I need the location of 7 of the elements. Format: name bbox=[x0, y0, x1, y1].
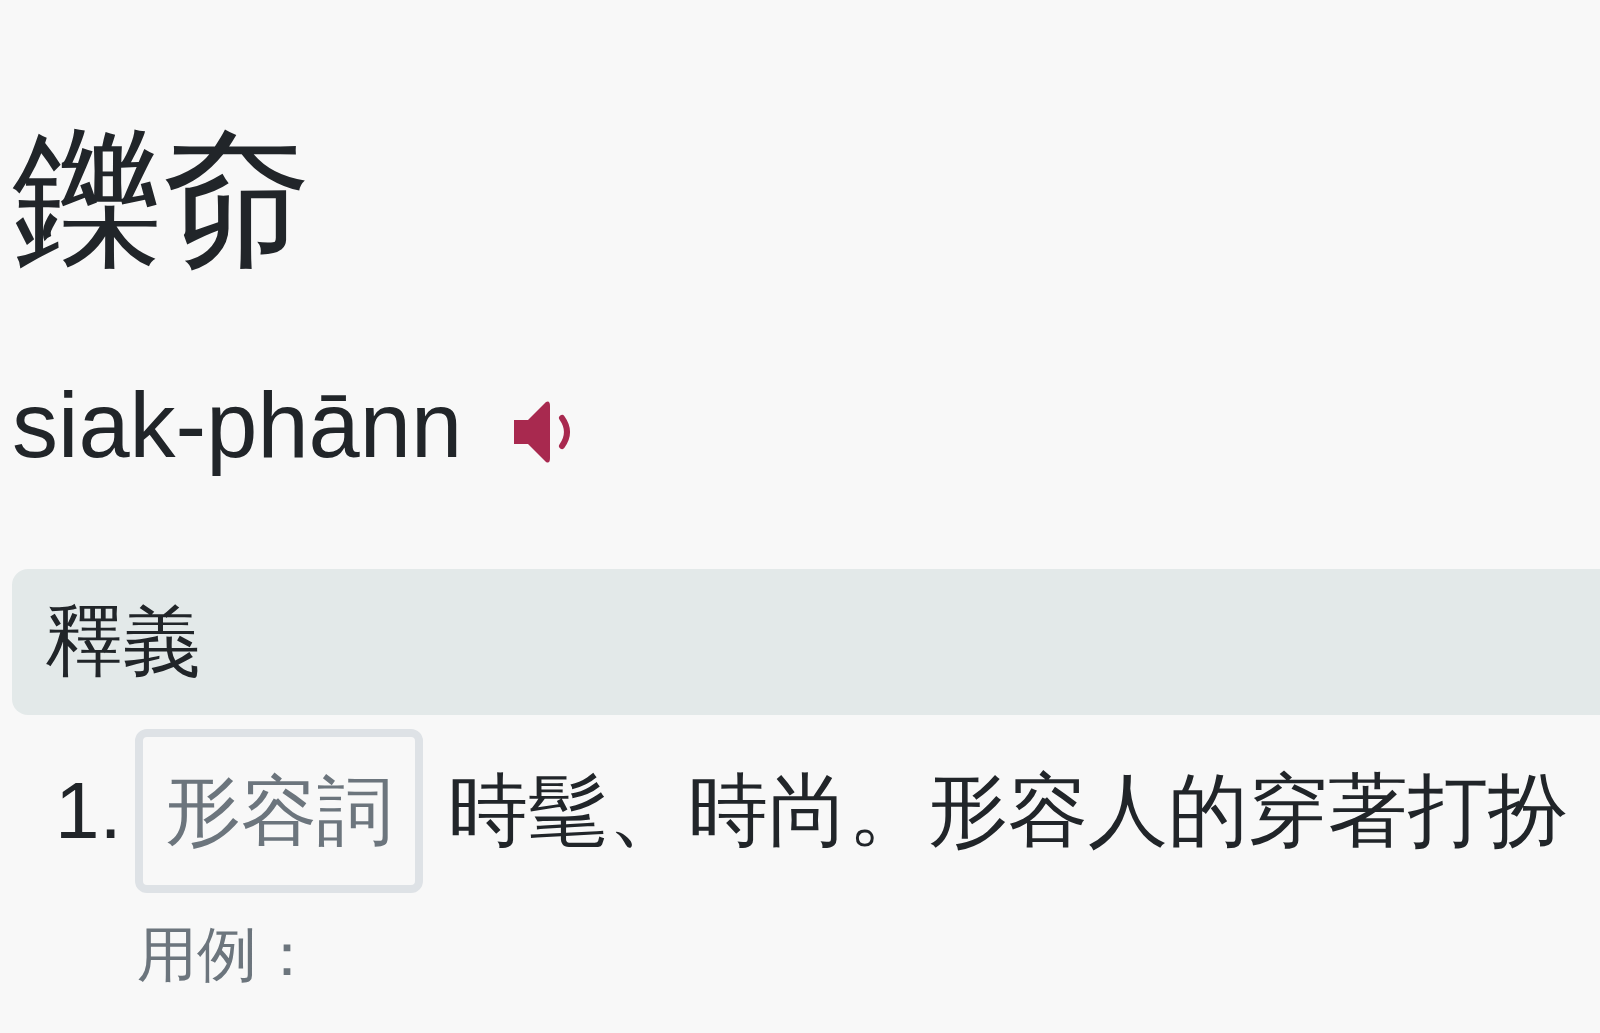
section-title: 釋義 bbox=[45, 599, 201, 686]
definition-number: 1. bbox=[55, 771, 123, 852]
romanization: siak-phānn bbox=[12, 373, 463, 478]
part-of-speech-tag: 形容詞 bbox=[135, 729, 423, 894]
example-label: 用例： bbox=[137, 925, 317, 986]
definition-text: 時髦、時尚。形容人的穿著打扮 bbox=[448, 771, 1568, 852]
headword: 鑠奅 bbox=[12, 124, 312, 274]
